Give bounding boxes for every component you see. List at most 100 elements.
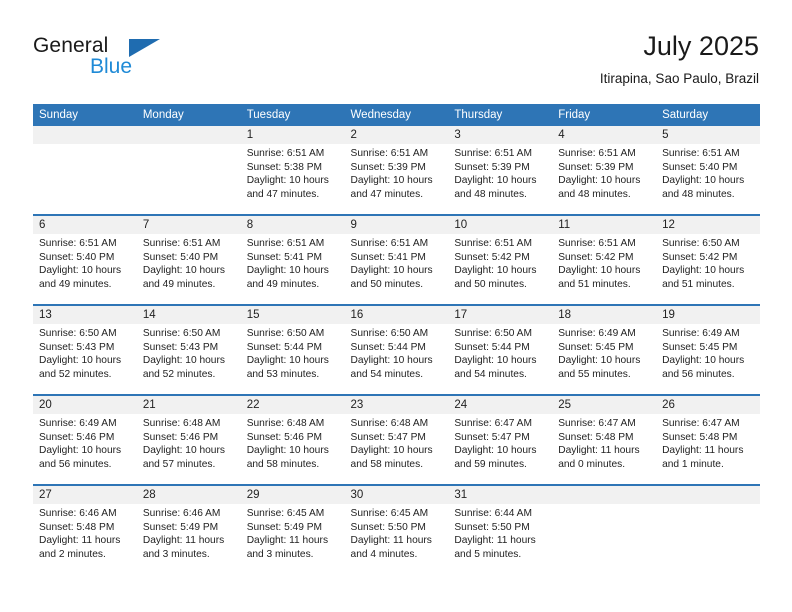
day-cell[interactable]: Sunrise: 6:50 AM Sunset: 5:44 PM Daylight:… [448,324,552,394]
weekday-header-thursday: Thursday [454,109,503,121]
day-number[interactable]: 5 [656,126,760,144]
day-number[interactable]: 29 [241,486,345,504]
day-cell[interactable]: Sunrise: 6:47 AM Sunset: 5:48 PM Daylight:… [552,414,656,484]
day-number[interactable]: 6 [33,216,137,234]
weekday-header-saturday: Saturday [662,109,709,121]
day-info-line: and 48 minutes. [662,188,735,200]
day-number[interactable]: 27 [33,486,137,504]
day-cell[interactable]: Sunrise: 6:50 AM Sunset: 5:42 PM Daylight:… [656,234,760,304]
day-info-line: Sunrise: 6:49 AM [558,328,636,339]
day-number[interactable]: 3 [448,126,552,144]
day-cell[interactable]: Sunrise: 6:50 AM Sunset: 5:43 PM Daylight:… [137,324,241,394]
day-info-line: Sunrise: 6:47 AM [558,418,636,429]
day-info-line: Sunset: 5:46 PM [39,431,115,443]
day-cell[interactable]: Sunrise: 6:46 AM Sunset: 5:49 PM Daylight:… [137,504,241,574]
day-cell[interactable]: Sunrise: 6:47 AM Sunset: 5:47 PM Daylight:… [448,414,552,484]
day-info-line: Sunset: 5:38 PM [246,161,323,173]
day-cell[interactable]: Sunrise: 6:51 AM Sunset: 5:42 PM Daylight:… [552,234,656,304]
day-cell[interactable]: Sunrise: 6:51 AM Sunset: 5:39 PM Daylight:… [448,144,552,214]
day-number[interactable]: 24 [448,396,552,414]
day-cell[interactable]: Sunrise: 6:50 AM Sunset: 5:44 PM Daylight:… [345,324,449,394]
week-row: 6 7 8 9 10 11 12 Sunrise: 6:51 AM Sunset: 5:40 P… [33,214,760,304]
day-cell[interactable]: Sunrise: 6:45 AM Sunset: 5:49 PM Daylight:… [241,504,345,574]
day-number[interactable]: 15 [241,306,345,324]
calendar-grid: Sunday Monday Tuesday Wednesday Thursday Frid… [33,104,760,574]
day-cell[interactable]: Sunrise: 6:51 AM Sunset: 5:42 PM Daylight:… [448,234,552,304]
day-cell[interactable]: Sunrise: 6:51 AM Sunset: 5:41 PM Daylight:… [345,234,449,304]
day-info-line: Daylight: 11 hours [142,535,225,547]
day-info-line: Sunset: 5:42 PM [454,251,530,263]
day-number[interactable]: 17 [448,306,552,324]
day-cell[interactable]: Sunrise: 6:51 AM Sunset: 5:38 PM Daylight:… [241,144,345,214]
day-cell[interactable]: Sunrise: 6:48 AM Sunset: 5:47 PM Daylight:… [345,414,449,484]
day-number[interactable]: 2 [345,126,449,144]
day-info-line: and 49 minutes. [246,278,320,290]
day-number[interactable]: 13 [33,306,137,324]
day-info-line: Daylight: 10 hours [246,355,329,367]
day-cell[interactable]: Sunrise: 6:51 AM Sunset: 5:40 PM Daylight:… [33,234,137,304]
day-info-line: Sunset: 5:41 PM [246,251,323,263]
day-cell[interactable]: Sunrise: 6:45 AM Sunset: 5:50 PM Daylight:… [345,504,449,574]
day-number[interactable]: 18 [552,306,656,324]
day-cell[interactable]: Sunrise: 6:51 AM Sunset: 5:39 PM Daylight:… [552,144,656,214]
day-number[interactable]: 22 [241,396,345,414]
day-cell[interactable]: Sunrise: 6:49 AM Sunset: 5:45 PM Daylight:… [656,324,760,394]
page-title: July 2025 [643,31,759,61]
day-info-line: Sunset: 5:49 PM [142,521,219,533]
day-number[interactable]: 25 [552,396,656,414]
day-cell[interactable]: Sunrise: 6:48 AM Sunset: 5:46 PM Daylight:… [137,414,241,484]
day-info-line: and 56 minutes. [39,458,112,470]
day-info-line: Daylight: 10 hours [662,265,745,277]
day-info-line: Sunset: 5:41 PM [350,251,426,263]
day-info-line: and 54 minutes. [350,368,424,380]
day-number[interactable]: 10 [448,216,552,234]
day-cell-empty [33,144,137,214]
day-cell[interactable]: Sunrise: 6:48 AM Sunset: 5:46 PM Daylight:… [241,414,345,484]
day-number[interactable]: 4 [552,126,656,144]
day-number-row: 6 7 8 9 10 11 12 [33,216,760,234]
day-info-line: Sunrise: 6:44 AM [454,508,532,519]
day-number[interactable]: 11 [552,216,656,234]
day-cell[interactable]: Sunrise: 6:51 AM Sunset: 5:40 PM Daylight:… [137,234,241,304]
day-info-line: Daylight: 11 hours [246,535,329,547]
day-number-row: 20 21 22 23 24 25 26 [33,396,760,414]
day-detail-row: Sunrise: 6:50 AM Sunset: 5:43 PM Daylight:… [33,324,760,394]
day-number[interactable]: 1 [241,126,345,144]
day-number[interactable]: 31 [448,486,552,504]
day-cell[interactable]: Sunrise: 6:44 AM Sunset: 5:50 PM Daylight:… [448,504,552,574]
day-number[interactable]: 21 [137,396,241,414]
day-info-line: and 51 minutes. [662,278,735,290]
day-cell[interactable]: Sunrise: 6:49 AM Sunset: 5:46 PM Daylight:… [33,414,137,484]
day-info-line: Daylight: 10 hours [558,175,641,187]
day-info-line: Sunrise: 6:49 AM [39,418,117,429]
day-number[interactable]: 9 [345,216,449,234]
day-cell[interactable]: Sunrise: 6:47 AM Sunset: 5:48 PM Daylight:… [656,414,760,484]
day-number[interactable]: 14 [137,306,241,324]
day-cell[interactable]: Sunrise: 6:49 AM Sunset: 5:45 PM Daylight:… [552,324,656,394]
day-number[interactable]: 20 [33,396,137,414]
day-number[interactable]: 19 [656,306,760,324]
day-cell[interactable]: Sunrise: 6:51 AM Sunset: 5:41 PM Daylight:… [241,234,345,304]
day-info-line: and 55 minutes. [558,368,631,380]
day-number-row: 12345 [33,126,760,144]
day-info-line: Sunset: 5:47 PM [454,431,530,443]
day-info-line: Sunset: 5:42 PM [558,251,634,263]
day-number[interactable]: 8 [241,216,345,234]
day-number[interactable]: 30 [345,486,449,504]
day-number[interactable]: 26 [656,396,760,414]
day-number[interactable]: 12 [656,216,760,234]
day-info-line: Daylight: 10 hours [350,445,433,457]
day-number[interactable]: 7 [137,216,241,234]
day-number[interactable]: 16 [345,306,449,324]
logo[interactable]: General Blue [33,34,233,90]
calendar-page: General Blue July 2025 Itirapina, Sao Pa… [0,0,792,612]
day-number[interactable]: 28 [137,486,241,504]
day-info-line: Sunset: 5:40 PM [662,161,738,173]
day-cell[interactable]: Sunrise: 6:46 AM Sunset: 5:48 PM Daylight:… [33,504,137,574]
day-cell[interactable]: Sunrise: 6:51 AM Sunset: 5:39 PM Daylight:… [345,144,449,214]
day-cell[interactable]: Sunrise: 6:51 AM Sunset: 5:40 PM Daylight:… [656,144,760,214]
day-number[interactable]: 23 [345,396,449,414]
day-cell[interactable]: Sunrise: 6:50 AM Sunset: 5:44 PM Daylight:… [241,324,345,394]
day-cell[interactable]: Sunrise: 6:50 AM Sunset: 5:43 PM Daylight:… [33,324,137,394]
day-info-line: Sunset: 5:48 PM [662,431,738,443]
